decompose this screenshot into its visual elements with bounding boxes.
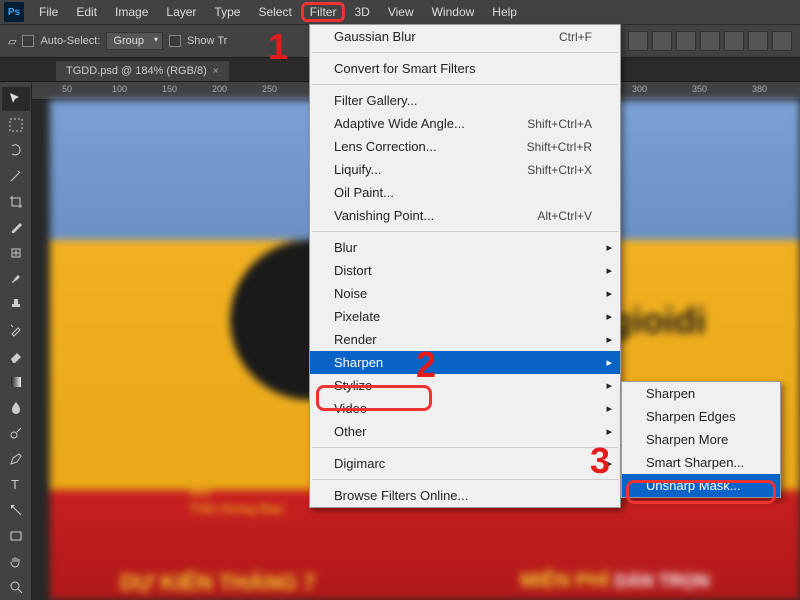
menu-help[interactable]: Help: [483, 2, 526, 22]
align-icon[interactable]: [700, 31, 720, 51]
submenu-sharpen-more[interactable]: Sharpen More: [622, 428, 780, 451]
menu-separator: [312, 84, 618, 85]
menu-convert-smart[interactable]: Convert for Smart Filters: [310, 57, 620, 80]
menu-filter[interactable]: Filter: [301, 2, 346, 22]
submenu-smart-sharpen[interactable]: Smart Sharpen...: [622, 451, 780, 474]
align-icon[interactable]: [772, 31, 792, 51]
menu-digimarc[interactable]: Digimarc: [310, 452, 620, 475]
menu-separator: [312, 52, 618, 53]
menu-separator: [312, 447, 618, 448]
eyedropper-tool[interactable]: [2, 216, 30, 240]
sharpen-submenu: Sharpen Sharpen Edges Sharpen More Smart…: [621, 381, 781, 498]
menu-browse-filters[interactable]: Browse Filters Online...: [310, 484, 620, 507]
menu-separator: [312, 479, 618, 480]
menu-filter-gallery[interactable]: Filter Gallery...: [310, 89, 620, 112]
menu-layer[interactable]: Layer: [157, 2, 205, 22]
show-transform-label: Show Tr: [187, 35, 227, 47]
type-tool[interactable]: T: [2, 473, 30, 497]
menu-last-filter[interactable]: Gaussian Blur Ctrl+F: [310, 25, 620, 48]
align-icon[interactable]: [652, 31, 672, 51]
document-tab-title: TGDD.psd @ 184% (RGB/8): [66, 65, 207, 77]
gradient-tool[interactable]: [2, 370, 30, 394]
banner-left-text: DỰ KIẾN THÁNG 7: [120, 570, 316, 596]
move-tool[interactable]: [2, 87, 30, 111]
billboard-address: 80 Trần Hưng Đạo: [190, 480, 284, 516]
submenu-unsharp-mask[interactable]: Unsharp Mask...: [622, 474, 780, 497]
zoom-tool[interactable]: [2, 575, 30, 599]
move-tool-icon: ▱: [8, 35, 16, 48]
banner-right-text: MIỄN PHÍ DÁN TRỌN: [520, 570, 709, 593]
menu-stylize[interactable]: Stylize: [310, 374, 620, 397]
menu-edit[interactable]: Edit: [67, 2, 106, 22]
marquee-tool[interactable]: [2, 113, 30, 137]
show-transform-checkbox[interactable]: [169, 35, 181, 47]
menubar: Ps File Edit Image Layer Type Select Fil…: [0, 0, 800, 24]
menu-liquify[interactable]: Liquify...Shift+Ctrl+X: [310, 158, 620, 181]
heal-tool[interactable]: [2, 241, 30, 265]
stamp-tool[interactable]: [2, 293, 30, 317]
hand-tool[interactable]: [2, 550, 30, 574]
menu-window[interactable]: Window: [423, 2, 484, 22]
submenu-sharpen[interactable]: Sharpen: [622, 382, 780, 405]
menu-3d[interactable]: 3D: [345, 2, 378, 22]
align-icon[interactable]: [748, 31, 768, 51]
blur-tool[interactable]: [2, 395, 30, 419]
align-icon[interactable]: [628, 31, 648, 51]
menu-noise[interactable]: Noise: [310, 282, 620, 305]
menu-adaptive-wide-angle[interactable]: Adaptive Wide Angle...Shift+Ctrl+A: [310, 112, 620, 135]
ps-logo: Ps: [4, 2, 24, 22]
align-icon[interactable]: [676, 31, 696, 51]
menu-oil-paint[interactable]: Oil Paint...: [310, 181, 620, 204]
menu-separator: [312, 231, 618, 232]
filter-menu: Gaussian Blur Ctrl+F Convert for Smart F…: [309, 24, 621, 508]
menu-blur[interactable]: Blur: [310, 236, 620, 259]
wand-tool[interactable]: [2, 164, 30, 188]
menu-select[interactable]: Select: [249, 2, 300, 22]
menu-file[interactable]: File: [30, 2, 67, 22]
group-dropdown[interactable]: Group: [106, 32, 163, 50]
menu-sharpen[interactable]: Sharpen: [310, 351, 620, 374]
menu-other[interactable]: Other: [310, 420, 620, 443]
close-tab-icon[interactable]: ×: [213, 66, 219, 77]
history-brush-tool[interactable]: [2, 318, 30, 342]
menu-lens-correction[interactable]: Lens Correction...Shift+Ctrl+R: [310, 135, 620, 158]
menu-image[interactable]: Image: [106, 2, 157, 22]
menu-video[interactable]: Video: [310, 397, 620, 420]
auto-select-checkbox[interactable]: [22, 35, 34, 47]
auto-select-label: Auto-Select:: [40, 35, 100, 47]
dodge-tool[interactable]: [2, 421, 30, 445]
eraser-tool[interactable]: [2, 344, 30, 368]
menu-view[interactable]: View: [379, 2, 423, 22]
menu-pixelate[interactable]: Pixelate: [310, 305, 620, 328]
rectangle-tool[interactable]: [2, 524, 30, 548]
crop-tool[interactable]: [2, 190, 30, 214]
menu-type[interactable]: Type: [205, 2, 249, 22]
menu-distort[interactable]: Distort: [310, 259, 620, 282]
tools-panel: T: [0, 82, 32, 600]
pen-tool[interactable]: [2, 447, 30, 471]
lasso-tool[interactable]: [2, 138, 30, 162]
menu-render[interactable]: Render: [310, 328, 620, 351]
document-tab[interactable]: TGDD.psd @ 184% (RGB/8) ×: [56, 61, 229, 81]
path-tool[interactable]: [2, 498, 30, 522]
submenu-sharpen-edges[interactable]: Sharpen Edges: [622, 405, 780, 428]
svg-text:T: T: [11, 477, 19, 492]
menu-vanishing-point[interactable]: Vanishing Point...Alt+Ctrl+V: [310, 204, 620, 227]
align-icon[interactable]: [724, 31, 744, 51]
billboard-brand: gioidi: [610, 300, 706, 342]
brush-tool[interactable]: [2, 267, 30, 291]
